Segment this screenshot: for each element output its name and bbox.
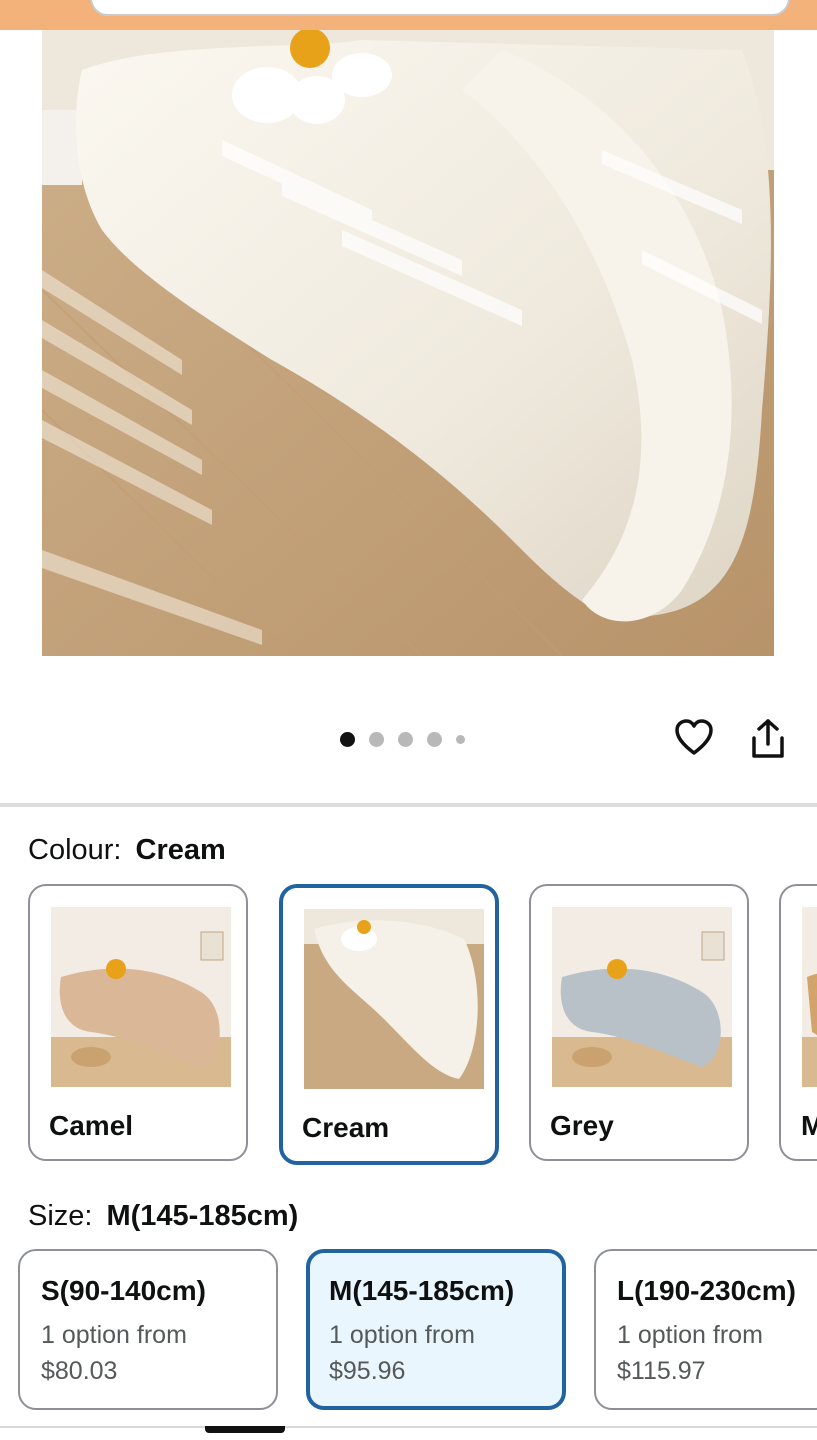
colour-label-row: Colour: Cream: [28, 834, 226, 867]
size-option-subtext: 1 option from: [329, 1321, 475, 1349]
size-option-price: $115.97: [617, 1357, 706, 1385]
share-icon: [752, 719, 784, 758]
carousel-dot[interactable]: [427, 731, 442, 747]
carousel-dot[interactable]: [456, 734, 465, 744]
swatch-thumbnail: [802, 907, 817, 1087]
carousel-dot[interactable]: [369, 731, 384, 747]
size-label: Size:: [28, 1200, 93, 1232]
carousel-dot[interactable]: [340, 731, 355, 747]
size-option-m[interactable]: M(145-185cm) 1 option from $95.96: [306, 1249, 566, 1410]
size-option-name: L(190-230cm): [617, 1275, 796, 1306]
product-image[interactable]: [42, 30, 774, 656]
swatch-thumbnail: [304, 909, 484, 1089]
swatch-thumbnail: [552, 907, 732, 1087]
colour-option-name: Camel: [49, 1110, 134, 1141]
section-divider: [0, 803, 817, 807]
size-option-name: S(90-140cm): [41, 1275, 206, 1306]
search-bar[interactable]: [90, 0, 790, 16]
colour-option-cream[interactable]: Cream: [279, 884, 499, 1165]
size-option-price: $80.03: [41, 1357, 118, 1385]
sofa-photo: [42, 30, 774, 656]
size-option-s[interactable]: S(90-140cm) 1 option from $80.03: [18, 1249, 278, 1410]
size-option-price: $95.96: [329, 1357, 406, 1385]
colour-option-grey[interactable]: Grey: [529, 884, 749, 1161]
size-option-subtext: 1 option from: [41, 1321, 187, 1349]
colour-label: Colour:: [28, 834, 122, 866]
home-indicator: [205, 1426, 285, 1433]
size-selected-value: M(145-185cm): [106, 1200, 299, 1232]
carousel-dot[interactable]: [398, 731, 413, 747]
share-button[interactable]: [750, 718, 786, 760]
top-bar: [0, 0, 817, 30]
size-option-l[interactable]: L(190-230cm) 1 option from $115.97: [594, 1249, 817, 1410]
colour-option-name: Grey: [550, 1110, 614, 1141]
image-carousel-dots[interactable]: [340, 731, 465, 747]
size-label-row: Size: M(145-185cm): [28, 1200, 298, 1233]
swatch-thumbnail: [51, 907, 231, 1087]
colour-selected-value: Cream: [135, 834, 226, 866]
bottom-bar: [0, 1426, 817, 1440]
colour-option-camel[interactable]: Camel: [28, 884, 248, 1161]
wishlist-button[interactable]: [674, 718, 714, 758]
size-option-name: M(145-185cm): [329, 1275, 515, 1306]
colour-option-name: M: [801, 1110, 817, 1142]
colour-option-name: Cream: [302, 1112, 390, 1143]
heart-icon: [675, 719, 713, 755]
size-option-subtext: 1 option from: [617, 1321, 763, 1349]
colour-option-partial[interactable]: M: [779, 884, 817, 1161]
